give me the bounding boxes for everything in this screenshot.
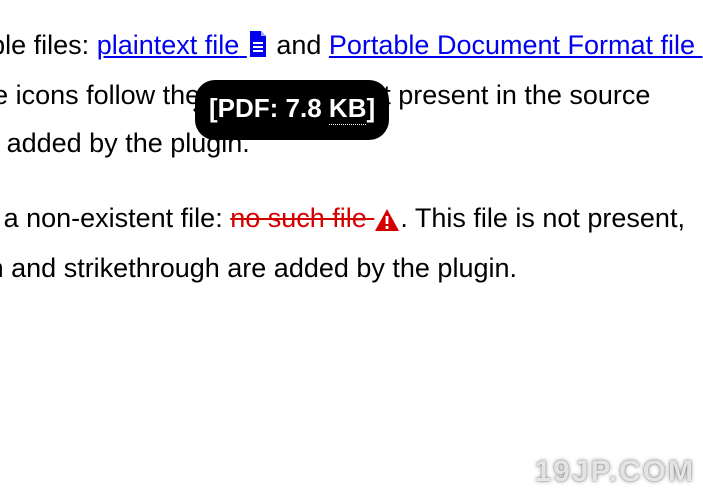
tooltip-size-unit: KB	[329, 93, 367, 125]
tooltip-bracket-close: ]	[366, 93, 375, 123]
tooltip-bracket-open: [	[209, 93, 218, 123]
text: and	[276, 30, 329, 60]
link-plaintext-file[interactable]: plaintext file	[97, 30, 269, 60]
document-icon	[247, 25, 269, 72]
tooltip-text: PDF: 7.8	[218, 93, 329, 123]
tooltip-file-info: [PDF: 7.8 KB]	[195, 80, 389, 140]
link-pdf-file[interactable]: Portable Document Format file	[329, 30, 703, 60]
warning-icon	[374, 198, 400, 245]
text: Here is a link to a non-existent file:	[0, 203, 230, 233]
watermark: 19JP.COM	[534, 446, 695, 499]
text: two downloadable files:	[0, 30, 97, 60]
link-label: no such file	[230, 203, 367, 233]
link-broken-file[interactable]: no such file	[230, 203, 400, 233]
link-label: plaintext file	[97, 30, 240, 60]
paragraph-broken-link: Here is a link to a non-existent file: n…	[0, 195, 703, 293]
link-label: Portable Document Format file	[329, 30, 695, 60]
